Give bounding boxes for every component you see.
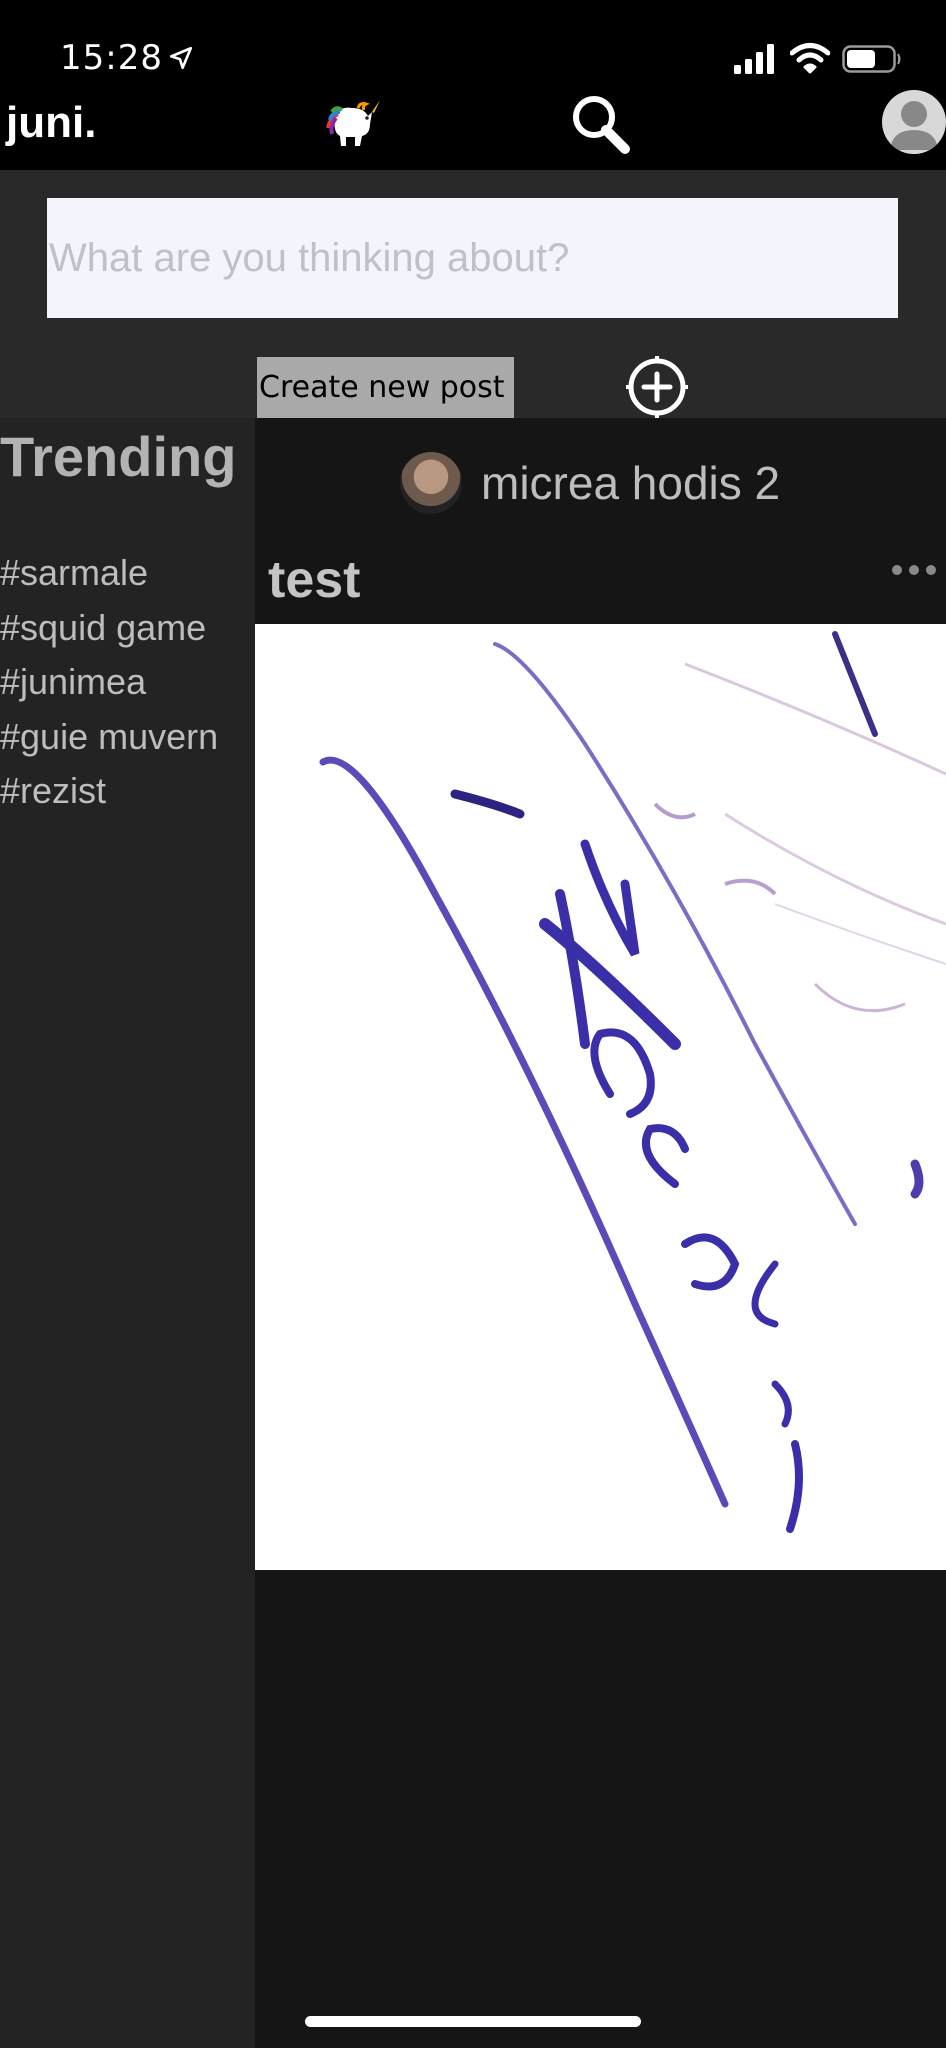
brand-logo[interactable]: juni. [6, 98, 96, 148]
trending-tag[interactable]: #sarmale [0, 546, 218, 601]
author-avatar[interactable] [400, 452, 462, 514]
post-image[interactable] [255, 624, 946, 1570]
trending-list: #sarmale #squid game #junimea #guie muve… [0, 546, 218, 819]
more-options-icon[interactable] [890, 562, 938, 578]
create-post-button[interactable]: Create new post [257, 357, 514, 418]
trending-tag[interactable]: #junimea [0, 655, 218, 710]
post-input[interactable] [47, 198, 898, 318]
trending-title: Trending [0, 425, 237, 488]
add-circle-icon[interactable] [626, 356, 688, 418]
battery-icon [842, 45, 901, 73]
home-indicator[interactable] [305, 2016, 641, 2027]
trending-tag[interactable]: #guie muvern [0, 710, 218, 765]
handwriting-image [319, 631, 946, 1533]
top-nav: juni. [0, 90, 946, 170]
composer: Create new post [0, 170, 946, 418]
user-silhouette-icon [890, 101, 938, 150]
wifi-icon [790, 43, 830, 74]
trending-tag[interactable]: #squid game [0, 601, 218, 656]
trending-tag[interactable]: #rezist [0, 764, 218, 819]
cellular-signal-icon [734, 44, 774, 74]
status-time: 15:28 [60, 38, 163, 78]
location-arrow-icon [169, 46, 193, 70]
post-header: micrea hodis 2 [255, 418, 946, 540]
status-bar: 15:28 [0, 0, 946, 90]
post-title: test [268, 551, 361, 609]
search-icon[interactable] [566, 90, 636, 160]
unicorn-icon[interactable] [322, 94, 382, 150]
author-name[interactable]: micrea hodis 2 [481, 456, 780, 510]
profile-avatar[interactable] [882, 90, 946, 154]
